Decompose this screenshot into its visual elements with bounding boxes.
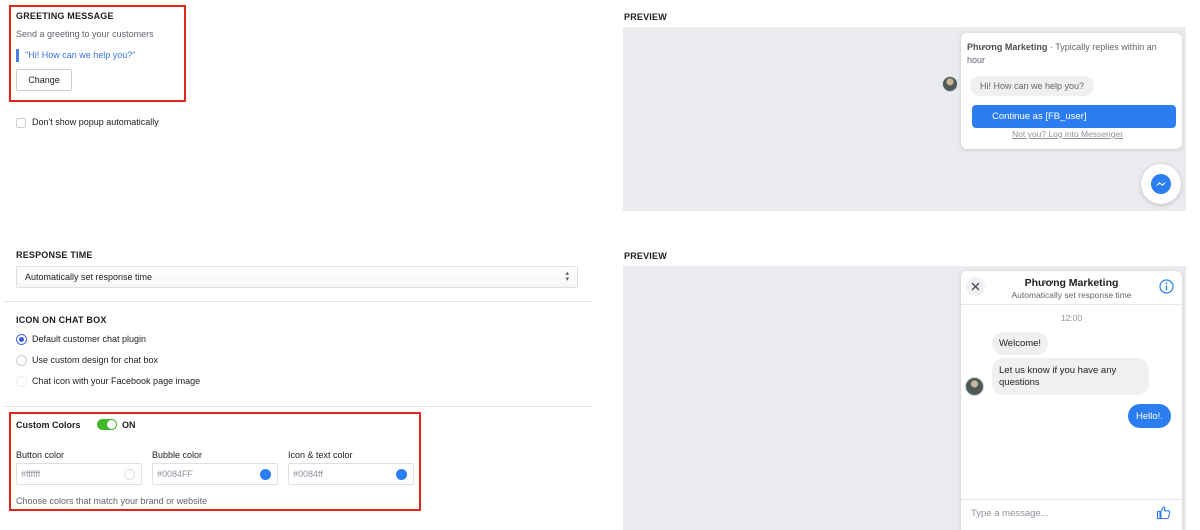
popup-greeting-bubble: Hi! How can we help you? xyxy=(970,76,1095,96)
chat-bubble-hello: Hello!. xyxy=(1128,404,1171,428)
bubble-color-swatch[interactable] xyxy=(260,469,271,480)
chat-time: 12:00 xyxy=(1060,313,1083,323)
popup-page-name: Phương Marketing xyxy=(967,42,1048,52)
icon-text-color-label: Icon & text color xyxy=(288,450,353,460)
preview-heading: PREVIEW xyxy=(624,12,667,22)
page-avatar xyxy=(942,76,958,92)
greeting-heading: GREETING MESSAGE xyxy=(16,11,114,21)
messenger-icon xyxy=(1151,174,1171,194)
chat-page-avatar xyxy=(965,377,984,396)
response-time-selected: Automatically set response time xyxy=(25,272,153,282)
radio-page-image[interactable] xyxy=(16,376,27,387)
not-you-link[interactable]: Not you? Log into Messenger xyxy=(1012,129,1123,139)
chat-message-input[interactable]: Type a message... xyxy=(971,508,1141,519)
select-arrows-icon: ▴ ▾ xyxy=(565,270,569,283)
chat-input-divider xyxy=(961,499,1182,500)
popup-checkbox[interactable] xyxy=(16,118,26,128)
chat-page-name: Phương Marketing xyxy=(1024,277,1119,289)
response-time-heading: RESPONSE TIME xyxy=(16,250,93,260)
popup-checkbox-label: Don't show popup automatically xyxy=(32,117,159,127)
button-color-value: #ffffff xyxy=(21,469,41,479)
icon-text-color-value: #0084ff xyxy=(293,469,323,479)
custom-colors-toggle-state: ON xyxy=(122,420,136,430)
bubble-color-input[interactable]: #0084FF xyxy=(152,463,278,485)
chat-subtitle: Automatically set response time xyxy=(1011,290,1132,300)
change-greeting-button[interactable]: Change xyxy=(16,69,72,91)
icon-chat-box-heading: ICON ON CHAT BOX xyxy=(16,315,107,325)
divider xyxy=(4,406,592,407)
chat-window: Phương Marketing Automatically set respo… xyxy=(961,271,1182,530)
custom-colors-label: Custom Colors xyxy=(16,420,81,430)
chat-bubble-questions: Let us know if you have any questions xyxy=(992,358,1149,395)
radio-page-image-label: Chat icon with your Facebook page image xyxy=(32,376,201,386)
radio-default-plugin[interactable] xyxy=(16,334,27,345)
response-time-select[interactable]: Automatically set response time ▴ ▾ xyxy=(16,266,578,288)
button-color-input[interactable]: #ffffff xyxy=(16,463,142,485)
custom-colors-hint: Choose colors that match your brand or w… xyxy=(16,496,208,506)
bubble-color-label: Bubble color xyxy=(152,450,203,460)
icon-text-color-input[interactable]: #0084ff xyxy=(288,463,414,485)
greeting-message-quote: "Hi! How can we help you?" xyxy=(16,49,135,62)
custom-colors-toggle[interactable] xyxy=(97,419,117,430)
chat-like-button[interactable] xyxy=(1156,505,1171,525)
chat-info-button[interactable] xyxy=(1159,279,1174,299)
info-icon xyxy=(1159,279,1174,294)
icon-text-color-swatch[interactable] xyxy=(396,469,407,480)
continue-as-button[interactable]: Continue as [FB_user] xyxy=(972,105,1176,128)
radio-custom-design-label: Use custom design for chat box xyxy=(32,355,159,365)
bubble-color-value: #0084FF xyxy=(157,469,194,479)
preview-heading-2: PREVIEW xyxy=(624,251,667,261)
button-color-label: Button color xyxy=(16,450,65,460)
chat-bubble-welcome: Welcome! xyxy=(992,332,1049,355)
radio-default-plugin-label: Default customer chat plugin xyxy=(32,334,147,344)
thumbs-up-icon xyxy=(1156,506,1171,520)
popup-header-text: Phương Marketing · Typically replies wit… xyxy=(967,41,1177,67)
greeting-subtitle: Send a greeting to your customers xyxy=(16,29,154,39)
greeting-popup-card: Phương Marketing · Typically replies wit… xyxy=(961,33,1182,149)
radio-custom-design[interactable] xyxy=(16,355,27,366)
messenger-button[interactable] xyxy=(1141,164,1181,204)
button-color-swatch[interactable] xyxy=(124,469,135,480)
chat-header-divider xyxy=(961,304,1182,305)
divider xyxy=(4,301,592,302)
